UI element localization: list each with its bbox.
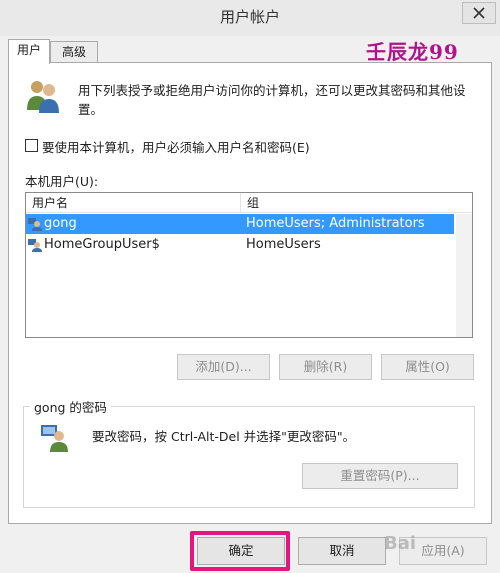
users-group-icon: [27, 81, 59, 113]
tab-users-label: 用户: [16, 43, 41, 57]
reset-password-button[interactable]: 重置密码(P)...: [302, 463, 458, 489]
password-groupbox: [23, 406, 475, 508]
users-listview[interactable]: 用户名 组 gong HomeUsers; Administrators Hom…: [25, 192, 473, 338]
local-users-label: 本机用户(U):: [25, 174, 99, 189]
user-icon: [28, 239, 42, 252]
table-row[interactable]: gong HomeUsers; Administrators: [26, 214, 454, 234]
highlight-box: [190, 531, 290, 571]
watermark-text: 壬辰龙99: [366, 40, 459, 64]
user-icon: [28, 218, 42, 231]
require-password-label[interactable]: 要使用本计算机，用户必须输入用户名和密码(E): [42, 137, 310, 156]
tab-advanced-label: 高级: [61, 45, 86, 59]
row-username: gong: [44, 216, 77, 231]
require-password-checkbox[interactable]: [25, 139, 38, 152]
user-key-icon: [41, 425, 68, 452]
footer-watermark: Bai: [384, 533, 417, 554]
listview-scrollbar[interactable]: [456, 214, 472, 337]
tab-users[interactable]: 用户: [8, 39, 50, 64]
remove-user-button[interactable]: 删除(R): [279, 354, 372, 380]
password-groupbox-title: gong 的密码: [30, 397, 111, 416]
row-group: HomeUsers; Administrators: [246, 216, 425, 231]
row-username: HomeGroupUser$: [44, 237, 160, 252]
table-row[interactable]: HomeGroupUser$ HomeUsers: [26, 235, 454, 255]
listview-header: 用户名 组: [26, 193, 472, 213]
row-group: HomeUsers: [246, 237, 321, 252]
column-header-username[interactable]: 用户名: [26, 193, 241, 213]
add-user-button[interactable]: 添加(D)...: [177, 354, 270, 380]
intro-text: 用下列表授予或拒绝用户访问你的计算机，还可以更改其密码和其他设置。: [78, 83, 466, 117]
tab-advanced[interactable]: 高级: [50, 41, 98, 63]
close-button[interactable]: [462, 2, 496, 24]
password-instruction-text: 要改密码，按 Ctrl-Alt-Del 并选择"更改密码"。: [92, 429, 356, 444]
window-title: 用户帐户: [219, 8, 280, 26]
properties-button[interactable]: 属性(O): [381, 354, 474, 380]
close-icon: [473, 7, 485, 19]
cancel-button[interactable]: 取消: [298, 537, 386, 565]
column-header-group[interactable]: 组: [241, 193, 472, 213]
